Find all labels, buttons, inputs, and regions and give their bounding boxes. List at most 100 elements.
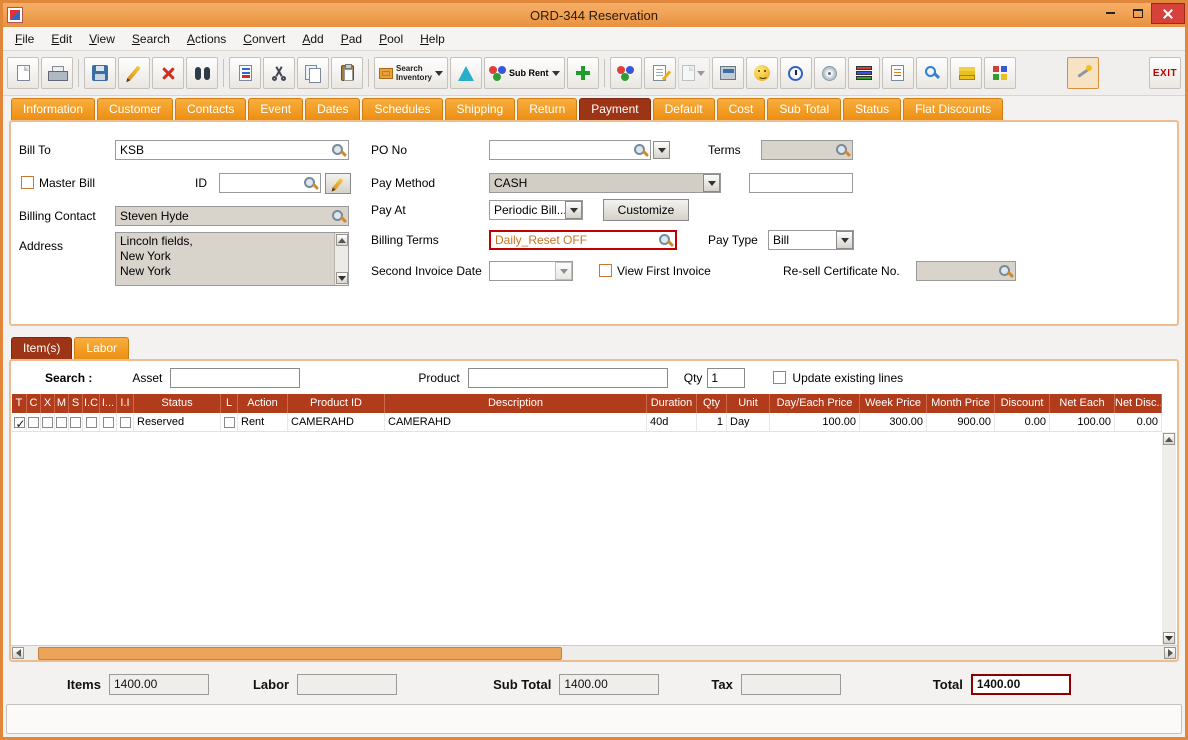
pay-method-extra-field[interactable]	[749, 173, 853, 193]
col-header[interactable]: Unit	[727, 394, 770, 413]
billing-contact-field[interactable]: Steven Hyde	[115, 206, 349, 226]
row-checkbox-ic[interactable]	[86, 417, 97, 428]
search-inventory-button[interactable]: Search Inventory	[374, 57, 448, 89]
close-button[interactable]	[1151, 3, 1185, 24]
row-checkbox-s[interactable]	[70, 417, 81, 428]
master-bill-checkbox[interactable]	[21, 176, 34, 189]
prism-button[interactable]	[450, 57, 482, 89]
col-header[interactable]: Day/Each Price	[770, 394, 860, 413]
copy-button[interactable]	[297, 57, 329, 89]
tab-labor[interactable]: Labor	[74, 337, 129, 359]
form-button[interactable]	[882, 57, 914, 89]
col-header[interactable]: Net Each	[1050, 394, 1115, 413]
delete-button[interactable]	[152, 57, 184, 89]
search-icon[interactable]	[633, 143, 648, 158]
po-no-field[interactable]	[489, 140, 651, 160]
asset-input[interactable]	[170, 368, 300, 388]
col-header[interactable]: Duration	[647, 394, 697, 413]
tab-customer[interactable]: Customer	[97, 98, 173, 120]
tab-return[interactable]: Return	[517, 98, 577, 120]
key-button[interactable]	[916, 57, 948, 89]
id-field[interactable]	[219, 173, 321, 193]
export-button[interactable]	[229, 57, 261, 89]
menu-item-pad[interactable]: Pad	[341, 32, 362, 46]
col-header[interactable]: Week Price	[860, 394, 927, 413]
tab-payment[interactable]: Payment	[579, 98, 650, 120]
menu-item-add[interactable]: Add	[302, 32, 323, 46]
find-button[interactable]	[186, 57, 218, 89]
search-icon[interactable]	[658, 233, 673, 248]
tab-information[interactable]: Information	[11, 98, 95, 120]
minimize-button[interactable]	[1097, 3, 1124, 23]
sub-rent-button[interactable]: Sub Rent	[484, 57, 565, 89]
col-header[interactable]: Status	[134, 394, 221, 413]
tab-contacts[interactable]: Contacts	[175, 98, 246, 120]
search-icon[interactable]	[331, 143, 346, 158]
disk-button[interactable]	[814, 57, 846, 89]
col-header[interactable]: Description	[385, 394, 647, 413]
add-line-button[interactable]	[567, 57, 599, 89]
col-header[interactable]: Action	[238, 394, 288, 413]
pool-button[interactable]	[610, 57, 642, 89]
tab-default[interactable]: Default	[653, 98, 715, 120]
tab-status[interactable]: Status	[843, 98, 901, 120]
save-button[interactable]	[84, 57, 116, 89]
col-header[interactable]: I.C	[83, 394, 100, 413]
cut-button[interactable]	[263, 57, 295, 89]
id-edit-button[interactable]	[325, 173, 351, 194]
tab-sub-total[interactable]: Sub Total	[767, 98, 841, 120]
title-bar[interactable]: ORD-344 Reservation	[3, 3, 1185, 27]
menu-item-file[interactable]: File	[15, 32, 34, 46]
address-box[interactable]: Lincoln fields, New York New York	[115, 232, 349, 286]
view-first-invoice-checkbox[interactable]	[599, 264, 612, 277]
col-header[interactable]: I...	[100, 394, 117, 413]
col-header[interactable]: I.I	[117, 394, 134, 413]
menu-item-search[interactable]: Search	[132, 32, 170, 46]
col-header[interactable]: Month Price	[927, 394, 995, 413]
update-existing-lines-checkbox[interactable]	[773, 371, 786, 384]
menu-item-actions[interactable]: Actions	[187, 32, 226, 46]
menu-item-help[interactable]: Help	[420, 32, 445, 46]
table-row[interactable]: Reserved Rent CAMERAHD CAMERAHD 40d 1 Da…	[12, 413, 1162, 432]
row-checkbox-ii[interactable]	[120, 417, 131, 428]
pay-at-dropdown[interactable]	[565, 201, 582, 219]
search-icon[interactable]	[303, 176, 318, 191]
menu-item-convert[interactable]: Convert	[243, 32, 285, 46]
scroll-up-button[interactable]	[1163, 433, 1175, 445]
row-checkbox-t[interactable]	[14, 417, 25, 428]
tools-wand-button[interactable]	[1067, 57, 1099, 89]
catalog-button[interactable]	[848, 57, 880, 89]
address-scrollbar[interactable]	[334, 233, 348, 285]
tab-flat-discounts[interactable]: Flat Discounts	[903, 98, 1003, 120]
col-header[interactable]: Net Disc...	[1115, 394, 1162, 413]
scroll-left-button[interactable]	[12, 647, 24, 659]
vertical-scrollbar[interactable]	[1162, 432, 1176, 645]
row-checkbox-i2[interactable]	[103, 417, 114, 428]
pay-at-combo[interactable]: Periodic Bill...	[489, 200, 583, 220]
billing-terms-field[interactable]: Daily_Reset OFF	[489, 230, 677, 250]
tab-dates[interactable]: Dates	[305, 98, 360, 120]
row-checkbox-l[interactable]	[224, 417, 235, 428]
scroll-up-button[interactable]	[336, 234, 348, 246]
scrollbar-thumb[interactable]	[38, 647, 562, 660]
pay-type-dropdown[interactable]	[836, 231, 853, 249]
modules-button[interactable]	[984, 57, 1016, 89]
print-button[interactable]	[41, 57, 73, 89]
paste-button[interactable]	[331, 57, 363, 89]
horizontal-scrollbar[interactable]	[11, 645, 1177, 660]
row-checkbox-x[interactable]	[42, 417, 53, 428]
chevron-down-icon[interactable]	[552, 71, 560, 76]
col-header[interactable]: S	[69, 394, 83, 413]
second-invoice-date-combo[interactable]	[489, 261, 573, 281]
chevron-down-icon[interactable]	[435, 71, 443, 76]
search-icon[interactable]	[331, 209, 346, 224]
tab-cost[interactable]: Cost	[717, 98, 766, 120]
tab-event[interactable]: Event	[248, 98, 303, 120]
col-header[interactable]: Qty	[697, 394, 727, 413]
bill-to-field[interactable]: KSB	[115, 140, 349, 160]
pay-type-combo[interactable]: Bill	[768, 230, 854, 250]
menu-item-edit[interactable]: Edit	[51, 32, 72, 46]
tab-items[interactable]: Item(s)	[11, 337, 72, 359]
pay-method-combo[interactable]: CASH	[489, 173, 721, 193]
note-edit-button[interactable]	[644, 57, 676, 89]
